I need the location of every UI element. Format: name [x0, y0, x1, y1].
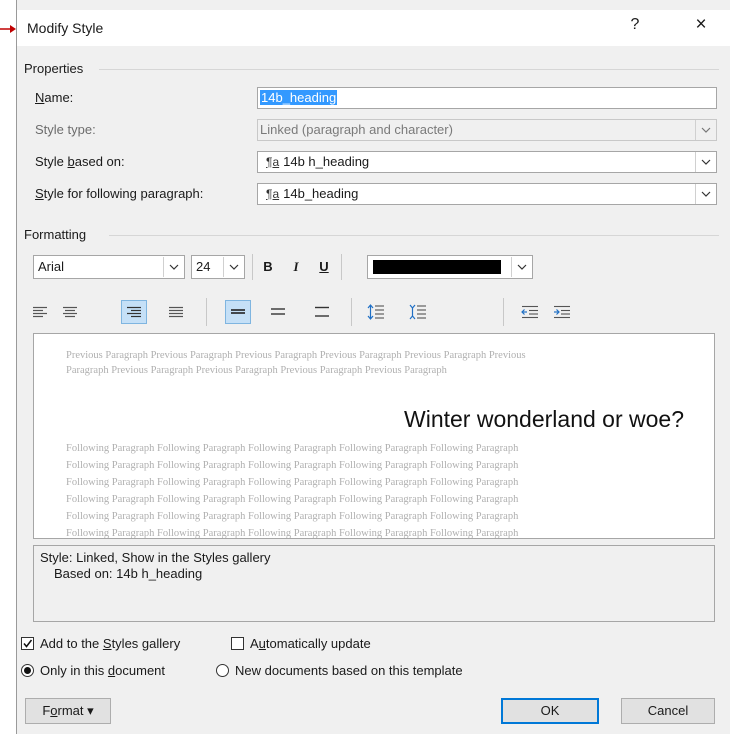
- toolbar-separator: [341, 254, 342, 280]
- based-on-select[interactable]: ¶a 14b h_heading: [257, 151, 717, 173]
- chevron-down-icon[interactable]: [511, 257, 532, 277]
- checkbox-unchecked-icon: [231, 637, 244, 650]
- one-half-spacing-icon: [271, 308, 285, 315]
- align-right-icon: [127, 306, 141, 318]
- increase-spacing-icon: [367, 304, 384, 320]
- new-documents-label: New documents based on this template: [235, 663, 463, 678]
- double-spacing-button[interactable]: [309, 300, 335, 324]
- font-select[interactable]: Arial: [33, 255, 185, 279]
- automatically-update-label: Automatically update: [250, 636, 371, 651]
- toolbar-separator: [351, 298, 352, 326]
- style-type-select: Linked (paragraph and character): [257, 119, 717, 141]
- only-in-this-document-radio[interactable]: Only in this document: [21, 663, 165, 678]
- chevron-down-icon[interactable]: [695, 184, 716, 204]
- following-paragraph-line: Following Paragraph Following Paragraph …: [66, 528, 519, 539]
- linked-style-icon: ¶a: [266, 155, 280, 169]
- following-paragraph-label: Style for following paragraph:: [35, 186, 204, 201]
- italic-button[interactable]: I: [285, 256, 307, 278]
- previous-paragraph-line: Paragraph Previous Paragraph Previous Pa…: [66, 365, 447, 376]
- chevron-down-icon[interactable]: [163, 257, 184, 277]
- align-left-icon: [33, 306, 47, 318]
- previous-paragraph-line: Previous Paragraph Previous Paragraph Pr…: [66, 350, 526, 361]
- description-line: Style: Linked, Show in the Styles galler…: [40, 550, 271, 565]
- decrease-indent-icon: [521, 305, 538, 319]
- add-to-styles-gallery-label: Add to the Styles gallery: [40, 636, 181, 651]
- close-button[interactable]: ×: [689, 14, 713, 36]
- decrease-paragraph-spacing-button[interactable]: [405, 300, 431, 324]
- format-menu-button[interactable]: Format ▾: [25, 698, 111, 724]
- increase-indent-button[interactable]: [549, 300, 575, 324]
- increase-paragraph-spacing-button[interactable]: [363, 300, 389, 324]
- decrease-spacing-icon: [409, 304, 426, 320]
- add-to-styles-gallery-checkbox[interactable]: Add to the Styles gallery: [21, 636, 180, 651]
- align-center-icon: [63, 306, 77, 318]
- underline-button[interactable]: U: [313, 256, 335, 278]
- following-paragraph-line: Following Paragraph Following Paragraph …: [66, 443, 519, 454]
- single-spacing-button[interactable]: [225, 300, 251, 324]
- decrease-indent-button[interactable]: [517, 300, 543, 324]
- radio-selected-icon: [21, 664, 34, 677]
- toolbar-separator: [252, 254, 253, 280]
- following-paragraph-line: Following Paragraph Following Paragraph …: [66, 477, 519, 488]
- following-paragraph-line: Following Paragraph Following Paragraph …: [66, 494, 519, 505]
- description-line: Based on: 14b h_heading: [54, 566, 203, 581]
- align-center-button[interactable]: [57, 300, 83, 324]
- name-input[interactable]: 14b_heading: [257, 87, 717, 109]
- style-type-label: Style type:: [35, 122, 96, 137]
- automatically-update-checkbox[interactable]: Automatically update: [231, 636, 371, 651]
- color-swatch: [373, 260, 501, 274]
- properties-divider: [99, 69, 719, 70]
- chevron-down-icon[interactable]: [695, 152, 716, 172]
- following-paragraph-line: Following Paragraph Following Paragraph …: [66, 460, 519, 471]
- style-description: Style: Linked, Show in the Styles galler…: [33, 545, 715, 622]
- one-half-spacing-button[interactable]: [265, 300, 291, 324]
- chevron-down-icon[interactable]: [223, 257, 244, 277]
- increase-indent-icon: [554, 305, 570, 319]
- name-value: 14b_heading: [260, 90, 338, 105]
- double-spacing-icon: [315, 306, 329, 317]
- following-paragraph-line: Following Paragraph Following Paragraph …: [66, 511, 519, 522]
- formatting-divider: [109, 235, 719, 236]
- toolbar-separator: [503, 298, 504, 326]
- align-right-button[interactable]: [121, 300, 147, 324]
- based-on-label: Style based on:: [35, 154, 125, 169]
- new-documents-radio[interactable]: New documents based on this template: [216, 663, 463, 678]
- chevron-down-icon: [695, 120, 716, 140]
- formatting-group-label: Formatting: [24, 227, 87, 242]
- based-on-value: 14b h_heading: [283, 154, 370, 169]
- title-bar: Modify Style ? ×: [17, 10, 730, 46]
- linked-style-icon: ¶a: [266, 187, 280, 201]
- dialog-title: Modify Style: [27, 20, 104, 36]
- cancel-button[interactable]: Cancel: [621, 698, 715, 724]
- help-button[interactable]: ?: [623, 16, 647, 34]
- single-spacing-icon: [231, 309, 245, 314]
- align-left-button[interactable]: [27, 300, 53, 324]
- bold-button[interactable]: B: [257, 256, 279, 278]
- ok-button[interactable]: OK: [501, 698, 599, 724]
- style-type-value: Linked (paragraph and character): [260, 122, 453, 137]
- align-justify-icon: [169, 306, 183, 318]
- pointer-arrow-icon: [0, 25, 16, 33]
- toolbar-separator: [206, 298, 207, 326]
- following-paragraph-select[interactable]: ¶a 14b_heading: [257, 183, 717, 205]
- radio-unselected-icon: [216, 664, 229, 677]
- properties-group-label: Properties: [24, 61, 84, 76]
- font-value: Arial: [38, 259, 65, 274]
- font-size-select[interactable]: 24: [191, 255, 245, 279]
- modify-style-dialog: Modify Style ? × Properties Name: 14b_he…: [16, 0, 730, 734]
- name-label: Name:: [35, 90, 74, 105]
- font-size-value: 24: [196, 259, 211, 274]
- align-justify-button[interactable]: [163, 300, 189, 324]
- sample-text: Winter wonderland or woe?: [404, 406, 684, 432]
- font-color-select[interactable]: [367, 255, 533, 279]
- only-in-this-document-label: Only in this document: [40, 663, 166, 678]
- checkbox-checked-icon: [21, 637, 34, 650]
- following-paragraph-value: 14b_heading: [283, 186, 359, 201]
- style-preview-pane: Previous Paragraph Previous Paragraph Pr…: [33, 333, 715, 539]
